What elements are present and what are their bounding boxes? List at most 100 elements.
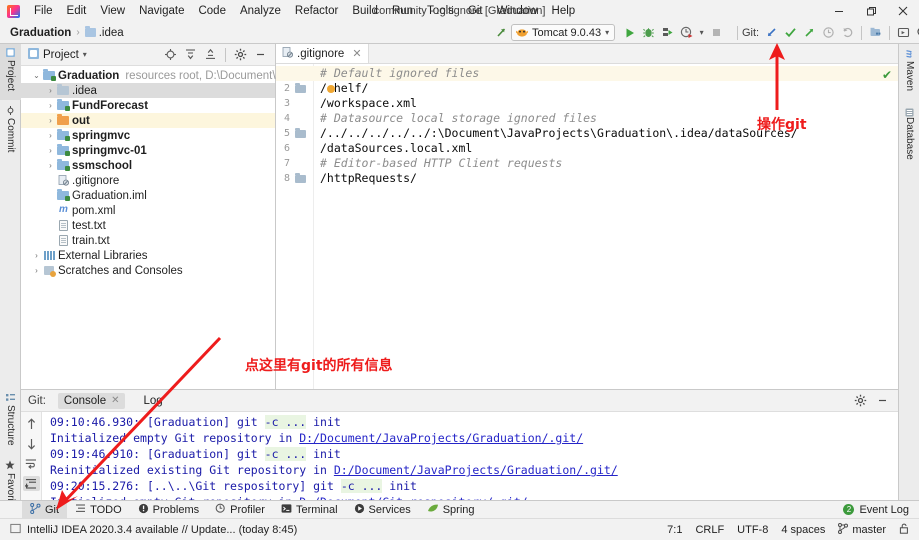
tree-item-test-txt[interactable]: test.txt	[21, 218, 275, 233]
project-panel-title[interactable]: Project ▾	[28, 47, 87, 62]
hide-panel-icon[interactable]	[251, 45, 270, 64]
menu-item-analyze[interactable]: Analyze	[233, 2, 288, 20]
tree-item-pom-xml[interactable]: m pom.xml	[21, 203, 275, 218]
read-write-lock-icon[interactable]	[899, 523, 909, 537]
code-line[interactable]: /../../../../../:\Document\JavaProjects\…	[320, 126, 798, 141]
scroll-up-icon[interactable]	[23, 416, 40, 431]
tree-expand-arrow-icon[interactable]: ›	[45, 115, 56, 126]
editor-tab-gitignore[interactable]: .gitignore ✕	[276, 44, 369, 63]
menu-item-refactor[interactable]: Refactor	[288, 2, 345, 20]
collapse-all-icon[interactable]	[201, 45, 220, 64]
line-separator[interactable]: CRLF	[695, 524, 724, 536]
menu-item-file[interactable]: File	[27, 2, 60, 20]
git-rollback-icon[interactable]	[838, 23, 857, 42]
git-history-icon[interactable]	[819, 23, 838, 42]
minimize-button[interactable]	[823, 0, 855, 22]
folder-gutter-icon[interactable]	[295, 171, 307, 186]
bottom-tab-todo[interactable]: TODO	[67, 501, 130, 519]
sidebar-item-structure[interactable]: Structure	[0, 389, 21, 457]
tree-expand-arrow-icon[interactable]: ›	[45, 145, 56, 156]
sidebar-item-commit[interactable]: Commit	[0, 102, 21, 162]
bottom-tab-git[interactable]: Git	[22, 500, 68, 519]
tree-expand-arrow-icon[interactable]: ›	[45, 130, 56, 141]
menu-item-navigate[interactable]: Navigate	[132, 2, 191, 20]
close-icon[interactable]: ✕	[111, 395, 119, 406]
tree-expand-arrow-icon[interactable]	[45, 175, 56, 186]
code-editor[interactable]: 12345678 # Default ignored files/shelf//…	[276, 64, 898, 389]
menu-item-code[interactable]: Code	[191, 2, 233, 20]
code-line[interactable]: /workspace.xml	[320, 96, 417, 111]
git-update-project-button[interactable]	[762, 23, 781, 42]
tree-item-springmvc-01[interactable]: › springmvc-01	[21, 143, 275, 158]
run-button[interactable]	[620, 23, 639, 42]
tree-item-out[interactable]: › out	[21, 113, 275, 128]
menu-item-edit[interactable]: Edit	[60, 2, 94, 20]
menu-item-git[interactable]: Git	[461, 2, 490, 20]
project-structure-icon[interactable]	[866, 23, 885, 42]
menu-item-tools[interactable]: Tools	[420, 2, 461, 20]
menu-item-window[interactable]: Window	[490, 2, 545, 20]
profile-chevron-down-icon[interactable]: ▾	[696, 23, 707, 42]
close-icon[interactable]: ✕	[352, 47, 361, 60]
close-button[interactable]	[887, 0, 919, 22]
breadcrumb-item-project[interactable]: Graduation	[7, 26, 74, 40]
inspection-status-icon[interactable]: ✔	[882, 68, 892, 82]
tree-expand-arrow-icon[interactable]	[45, 235, 56, 246]
stop-button[interactable]	[707, 23, 726, 42]
code-line[interactable]: # Editor-based HTTP Client requests	[320, 156, 562, 171]
tab-console[interactable]: Console ✕	[57, 392, 126, 409]
select-opened-file-icon[interactable]	[894, 23, 913, 42]
menu-item-build[interactable]: Build	[345, 2, 385, 20]
status-message[interactable]: IntelliJ IDEA 2020.3.4 available // Upda…	[27, 524, 297, 536]
code-line[interactable]: /dataSources.local.xml	[320, 141, 472, 156]
scroll-down-icon[interactable]	[23, 436, 40, 451]
tree-item-external-libraries[interactable]: › External Libraries	[21, 248, 275, 263]
debug-button[interactable]	[639, 23, 658, 42]
tree-expand-arrow-icon[interactable]: ›	[45, 85, 56, 96]
tree-item-graduation[interactable]: ⌄ Graduation resources root, D:\Document\J…	[21, 68, 320, 83]
tree-expand-arrow-icon[interactable]: ⌄	[31, 70, 42, 81]
tree-expand-arrow-icon[interactable]: ›	[45, 100, 56, 111]
folder-gutter-icon[interactable]	[295, 126, 307, 141]
menu-item-view[interactable]: View	[93, 2, 132, 20]
gear-icon[interactable]	[231, 45, 250, 64]
indent-setting[interactable]: 4 spaces	[781, 524, 825, 536]
bottom-tab-problems[interactable]: Problems	[130, 501, 207, 519]
git-commit-button[interactable]	[781, 23, 800, 42]
breadcrumb-item-idea[interactable]: .idea	[82, 25, 127, 40]
tree-expand-arrow-icon[interactable]: ›	[45, 160, 56, 171]
tab-log[interactable]: Log	[137, 393, 168, 409]
menu-item-run[interactable]: Run	[385, 2, 420, 20]
code-line[interactable]: # Datasource local storage ignored files	[320, 111, 597, 126]
editor-gutter[interactable]: 12345678	[276, 64, 314, 389]
folder-gutter-icon[interactable]	[295, 81, 307, 96]
hide-panel-icon[interactable]	[873, 391, 892, 410]
maximize-restore-button[interactable]	[855, 0, 887, 22]
bottom-tab-services[interactable]: Services	[346, 501, 419, 519]
back-arrow-icon[interactable]	[492, 23, 511, 42]
event-log-label[interactable]: Event Log	[859, 504, 909, 516]
bottom-tab-terminal[interactable]: Terminal	[273, 501, 346, 519]
tree-item-graduation-iml[interactable]: Graduation.iml	[21, 188, 275, 203]
git-branch-widget[interactable]: master	[838, 522, 886, 537]
tree-item-scratches-and-consoles[interactable]: › Scratches and Consoles	[21, 263, 275, 278]
tree-item-train-txt[interactable]: train.txt	[21, 233, 275, 248]
console-link[interactable]: D:/Document/JavaProjects/Graduation/.git…	[299, 431, 583, 445]
tree-expand-arrow-icon[interactable]	[45, 190, 56, 201]
status-message-area[interactable]: IntelliJ IDEA 2020.3.4 available // Upda…	[10, 523, 297, 537]
code-line[interactable]: /httpRequests/	[320, 171, 417, 186]
scroll-to-end-icon[interactable]	[22, 476, 40, 491]
git-push-button[interactable]	[800, 23, 819, 42]
sidebar-item-database[interactable]: Database	[899, 104, 919, 170]
gear-icon[interactable]	[851, 391, 870, 410]
profile-button[interactable]	[677, 23, 696, 42]
tree-item-fundforecast[interactable]: › FundForecast	[21, 98, 275, 113]
menu-item-help[interactable]: Help	[545, 2, 583, 20]
tree-expand-arrow-icon[interactable]	[45, 205, 56, 216]
event-log-area[interactable]: 2 Event Log	[843, 504, 919, 516]
console-link[interactable]: D:/Document/JavaProjects/Graduation/.git…	[334, 463, 618, 477]
tree-item--gitignore[interactable]: .gitignore	[21, 173, 275, 188]
expand-all-icon[interactable]	[181, 45, 200, 64]
tree-item-ssmschool[interactable]: › ssmschool	[21, 158, 275, 173]
tree-expand-arrow-icon[interactable]: ›	[31, 250, 42, 261]
